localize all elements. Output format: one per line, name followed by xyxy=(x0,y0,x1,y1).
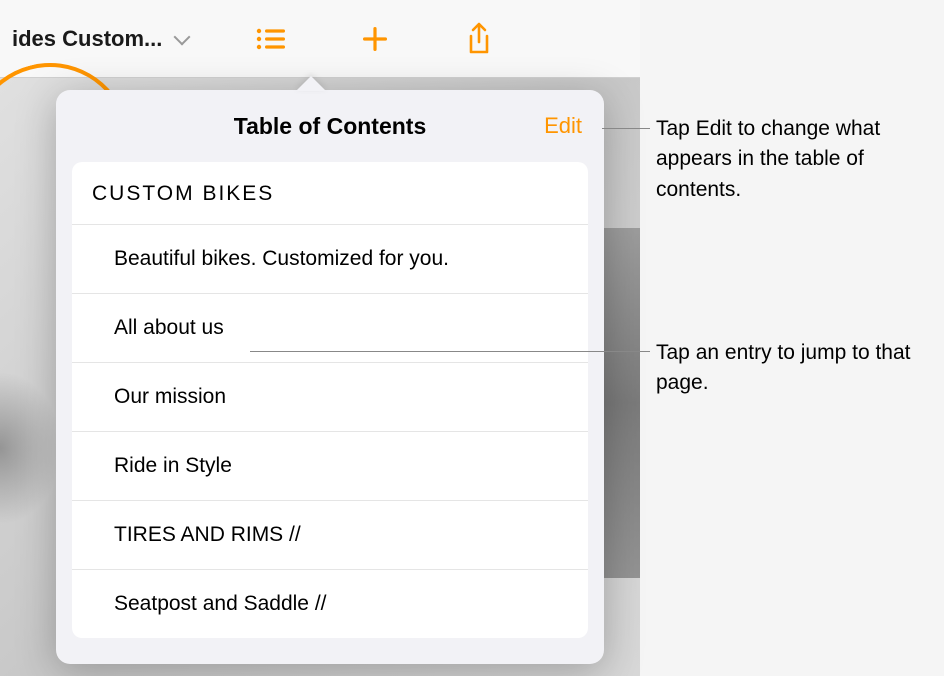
toolbar: ides Custom... xyxy=(0,0,640,78)
edit-button[interactable]: Edit xyxy=(544,113,582,139)
list-icon xyxy=(256,27,286,51)
toc-item[interactable]: Ride in Style xyxy=(72,432,588,501)
annotation-edit: Tap Edit to change what appears in the t… xyxy=(656,114,936,205)
share-icon xyxy=(466,22,492,56)
add-button[interactable] xyxy=(358,22,392,56)
share-button[interactable] xyxy=(462,22,496,56)
toc-item[interactable]: All about us xyxy=(72,294,588,363)
toolbar-icons xyxy=(254,22,496,56)
popover-title: Table of Contents xyxy=(234,113,427,140)
bike-image-part xyxy=(600,228,640,578)
chevron-down-icon xyxy=(172,32,192,46)
toc-list: CUSTOM BIKES Beautiful bikes. Customized… xyxy=(72,162,588,638)
popover-header: Table of Contents Edit xyxy=(56,90,604,162)
toc-item[interactable]: TIRES AND RIMS // xyxy=(72,501,588,570)
annotations-area: Tap Edit to change what appears in the t… xyxy=(656,0,944,676)
annotation-entry: Tap an entry to jump to that page. xyxy=(656,338,936,399)
document-title: ides Custom... xyxy=(12,26,162,52)
plus-icon xyxy=(361,25,389,53)
table-of-contents-popover: Table of Contents Edit CUSTOM BIKES Beau… xyxy=(56,90,604,664)
toc-item[interactable]: Our mission xyxy=(72,363,588,432)
callout-line xyxy=(602,128,650,129)
callout-line xyxy=(250,351,650,352)
table-of-contents-button[interactable] xyxy=(254,22,288,56)
toc-section-heading[interactable]: CUSTOM BIKES xyxy=(72,162,588,225)
toc-item[interactable]: Beautiful bikes. Customized for you. xyxy=(72,225,588,294)
document-title-dropdown[interactable]: ides Custom... xyxy=(12,26,192,52)
popover-arrow xyxy=(296,76,326,91)
app-area: ides Custom... xyxy=(0,0,640,676)
toc-item[interactable]: Seatpost and Saddle // xyxy=(72,570,588,638)
